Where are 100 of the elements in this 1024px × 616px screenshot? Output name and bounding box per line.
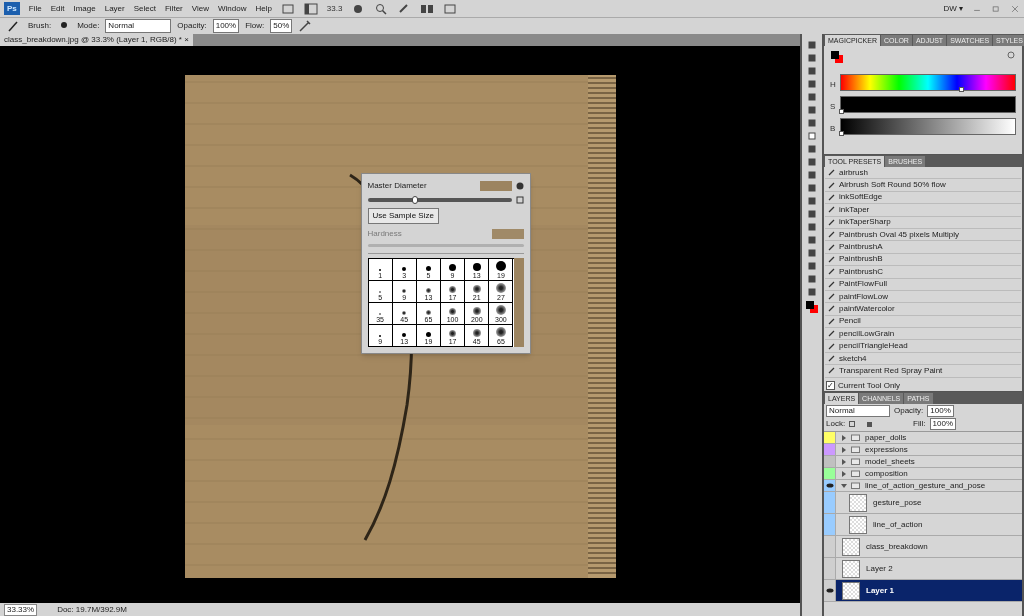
flow-field[interactable]: 50%: [270, 19, 293, 33]
menu-item[interactable]: Layer: [104, 2, 125, 15]
layer-thumbnail: [849, 493, 867, 512]
preset-item[interactable]: PaintbrushA: [825, 241, 1021, 254]
preset-name: sketch4: [839, 352, 867, 365]
mode-label: Mode:: [77, 20, 100, 32]
fill-label: Fill:: [913, 418, 926, 430]
preset-item[interactable]: inkTaper: [825, 204, 1021, 217]
collapsed-arrow-icon[interactable]: [841, 446, 847, 453]
collapsed-arrow-icon[interactable]: [841, 470, 847, 477]
preset-item[interactable]: PaintbrushB: [825, 253, 1021, 267]
hardness-value-field[interactable]: [491, 229, 524, 239]
preset-name: paintWatercolor: [839, 303, 895, 315]
preset-item[interactable]: Paintbrush Oval 45 pixels Multiply: [825, 228, 1021, 242]
slider-thumb[interactable]: [412, 196, 418, 204]
layer-name: model_sheets: [865, 455, 915, 468]
blend-mode-dropdown[interactable]: Normal: [826, 405, 890, 417]
preset-name: inkSoftEdge: [839, 191, 883, 204]
master-diameter-label: Master Diameter: [367, 180, 428, 192]
opacity-label: Opacity:: [177, 20, 207, 32]
color-slider[interactable]: [840, 96, 1016, 113]
picker-scrollbar[interactable]: [513, 258, 524, 347]
color-slider[interactable]: [840, 74, 1016, 91]
zoom-field[interactable]: 33.33%: [4, 603, 38, 616]
opacity-field[interactable]: 100%: [212, 19, 240, 33]
diameter-value-field[interactable]: [479, 181, 512, 191]
preset-name: PaintbrushB: [839, 253, 883, 266]
visibility-toggle[interactable]: [824, 514, 836, 535]
zoom-level-dropdown[interactable]: 33.3: [326, 2, 343, 15]
preset-name: inkTaperSharp: [839, 216, 891, 229]
layer-name: line_of_action_gesture_and_pose: [865, 479, 986, 492]
preset-item[interactable]: airbrush: [825, 167, 1021, 180]
preset-name: PaintFlowFull: [839, 278, 887, 291]
collapsed-arrow-icon[interactable]: [841, 434, 847, 441]
menu-item[interactable]: View: [191, 2, 209, 15]
color-slider[interactable]: [840, 118, 1016, 135]
layer-row[interactable]: paper_dolls: [824, 432, 1022, 444]
menu-item[interactable]: Window: [217, 2, 247, 15]
preset-name: PaintbrushC: [839, 265, 884, 278]
preset-item[interactable]: Pencil: [825, 315, 1021, 329]
slider-handle[interactable]: [839, 131, 844, 136]
workspace-dropdown[interactable]: DW ▾: [943, 2, 963, 15]
menu-item[interactable]: Help: [255, 2, 272, 15]
preset-item[interactable]: pencilTriangleHead: [825, 340, 1021, 353]
menu-item[interactable]: Filter: [164, 2, 183, 15]
preset-name: Airbrush Soft Round 50% flow: [839, 179, 946, 192]
document-tab[interactable]: class_breakdown.jpg @ 33.3% (Layer 1, RGB/8) * ×: [0, 34, 193, 46]
mode-dropdown[interactable]: Normal: [105, 19, 172, 33]
layout-icon[interactable]: [303, 1, 318, 16]
preset-item[interactable]: inkSoftEdge: [825, 191, 1021, 205]
color-swatches-icon[interactable]: [805, 300, 819, 314]
visibility-toggle[interactable]: [824, 444, 836, 455]
layer-row[interactable]: Layer 2: [824, 558, 1022, 580]
expanded-arrow-icon[interactable]: [841, 482, 847, 489]
eye-icon[interactable]: [825, 588, 834, 593]
layer-row[interactable]: expressions: [824, 444, 1022, 456]
preset-item[interactable]: PaintFlowFull: [825, 278, 1021, 291]
layer-row[interactable]: model_sheets: [824, 456, 1022, 468]
lock-options-icon[interactable]: [849, 421, 874, 427]
use-sample-size-button[interactable]: Use Sample Size: [367, 208, 439, 224]
visibility-toggle[interactable]: [824, 468, 836, 479]
current-tool-only-checkbox[interactable]: ✓: [826, 381, 835, 390]
layer-row[interactable]: line_of_action: [824, 514, 1022, 536]
preset-item[interactable]: paintWatercolor: [825, 303, 1021, 316]
channel-label: H: [830, 79, 837, 91]
menu-item[interactable]: Edit: [50, 2, 65, 15]
layer-row[interactable]: class_breakdown: [824, 536, 1022, 558]
collapsed-arrow-icon[interactable]: [841, 458, 847, 465]
layer-opacity-field[interactable]: 100%: [927, 405, 954, 417]
airbrush-icon[interactable]: [298, 19, 313, 33]
preset-item[interactable]: paintFlowLow: [825, 290, 1021, 304]
preset-name: PaintbrushA: [839, 241, 883, 254]
menu-item[interactable]: Image: [73, 2, 96, 15]
layer-row[interactable]: gesture_pose: [824, 492, 1022, 514]
visibility-toggle[interactable]: [824, 580, 836, 601]
flow-label: Flow:: [245, 20, 265, 32]
foreground-background-swatch-icon[interactable]: [830, 50, 844, 64]
preset-item[interactable]: sketch4: [825, 352, 1021, 366]
visibility-toggle[interactable]: [824, 536, 836, 557]
layer-name: paper_dolls: [865, 431, 907, 444]
menu-item[interactable]: File: [28, 2, 42, 15]
visibility-toggle[interactable]: [824, 558, 836, 579]
layer-row[interactable]: composition: [824, 468, 1022, 480]
diameter-slider[interactable]: [367, 198, 512, 202]
preset-item[interactable]: pencilLowGrain: [825, 328, 1021, 341]
app-logo[interactable]: Ps: [4, 2, 20, 15]
search-icon[interactable]: [374, 1, 389, 16]
visibility-toggle[interactable]: [824, 492, 836, 513]
preset-item[interactable]: inkTaperSharp: [825, 216, 1021, 229]
menu-item[interactable]: Select: [133, 2, 156, 15]
layer-row[interactable]: line_of_action_gesture_and_pose: [824, 480, 1022, 492]
preset-item[interactable]: Transparent Red Spray Paint: [825, 365, 1021, 378]
visibility-toggle[interactable]: [824, 432, 836, 443]
slider-handle[interactable]: [839, 109, 844, 114]
layer-row[interactable]: Layer 1: [824, 580, 1022, 602]
visibility-toggle[interactable]: [824, 456, 836, 467]
preset-item[interactable]: PaintbrushC: [825, 266, 1021, 279]
preset-item[interactable]: Airbrush Soft Round 50% flow: [825, 179, 1021, 192]
fill-field[interactable]: 100%: [929, 418, 956, 430]
slider-handle[interactable]: [959, 87, 965, 92]
